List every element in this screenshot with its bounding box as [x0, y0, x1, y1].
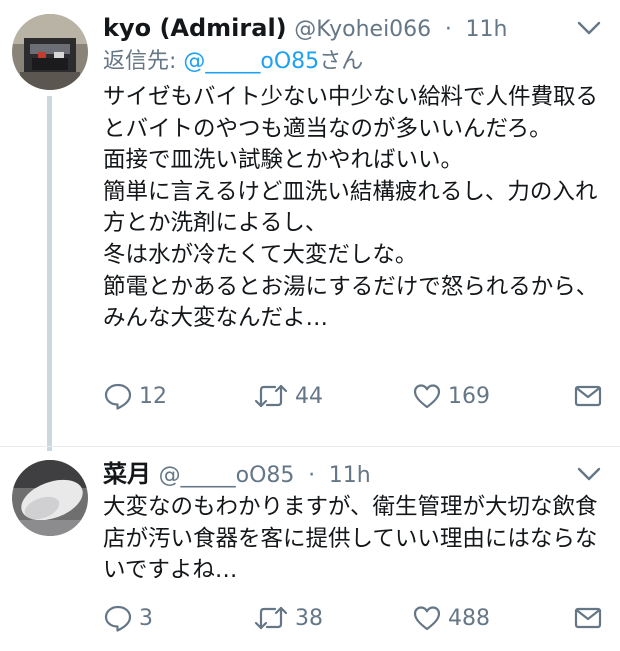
- like-count: 169: [448, 383, 490, 409]
- chevron-down-icon[interactable]: [576, 18, 602, 38]
- separator: ·: [308, 463, 316, 488]
- reply-prefix: 返信先:: [103, 49, 184, 74]
- retweet-button[interactable]: 38: [253, 598, 323, 638]
- tweet[interactable]: kyo (Admiral) @Kyohei066 · 11h 返信先: @___…: [0, 0, 620, 451]
- reply-button[interactable]: 12: [103, 376, 167, 416]
- like-button[interactable]: 169: [412, 376, 490, 416]
- action-bar: 12 44 169: [103, 376, 606, 416]
- timestamp[interactable]: 11h: [465, 17, 507, 42]
- direct-message-button[interactable]: [573, 598, 603, 638]
- tweet-header: kyo (Admiral) @Kyohei066 · 11h: [103, 10, 507, 46]
- envelope-icon: [574, 385, 602, 407]
- user-handle[interactable]: @_____oO85: [159, 463, 295, 488]
- avatar[interactable]: [12, 460, 88, 536]
- reply-suffix: さん: [319, 49, 364, 74]
- tweet[interactable]: 菜月 @_____oO85 · 11h 大変なのもわかりますが、衛生管理が大切な…: [0, 446, 620, 651]
- user-handle[interactable]: @Kyohei066: [294, 17, 431, 42]
- retweet-button[interactable]: 44: [253, 376, 323, 416]
- like-button[interactable]: 488: [412, 598, 490, 638]
- reply-context: 返信先: @_____oO85さん: [103, 46, 363, 78]
- retweet-icon: [254, 384, 288, 408]
- avatar[interactable]: [12, 14, 88, 90]
- display-name[interactable]: kyo (Admiral): [103, 14, 287, 42]
- tweet-header: 菜月 @_____oO85 · 11h: [103, 456, 371, 492]
- retweet-icon: [254, 606, 288, 630]
- tweet-text: 大変なのもわかりますが、衛生管理が大切な飲食店が汚い食器を客に提供していい理由に…: [103, 494, 598, 584]
- like-count: 488: [448, 605, 490, 631]
- divider: [0, 446, 620, 447]
- separator: ·: [444, 17, 452, 42]
- retweet-count: 44: [295, 383, 323, 409]
- timestamp[interactable]: 11h: [329, 463, 371, 488]
- chevron-down-icon[interactable]: [576, 464, 602, 484]
- reply-count: 3: [139, 605, 153, 631]
- thread-line: [47, 96, 52, 451]
- heart-icon: [413, 606, 441, 631]
- reply-button[interactable]: 3: [103, 598, 153, 638]
- reply-icon: [104, 383, 132, 410]
- action-bar: 3 38 488: [103, 598, 606, 638]
- display-name[interactable]: 菜月: [103, 460, 151, 488]
- reply-mention-link[interactable]: @_____oO85: [183, 49, 319, 74]
- envelope-icon: [574, 607, 602, 629]
- reply-count: 12: [139, 383, 167, 409]
- tweet-text: サイゼもバイト少ない中少ない給料で人件費取るとバイトのやつも適当なのが多いいんだ…: [103, 84, 599, 332]
- direct-message-button[interactable]: [573, 376, 603, 416]
- retweet-count: 38: [295, 605, 323, 631]
- reply-icon: [104, 605, 132, 632]
- heart-icon: [413, 384, 441, 409]
